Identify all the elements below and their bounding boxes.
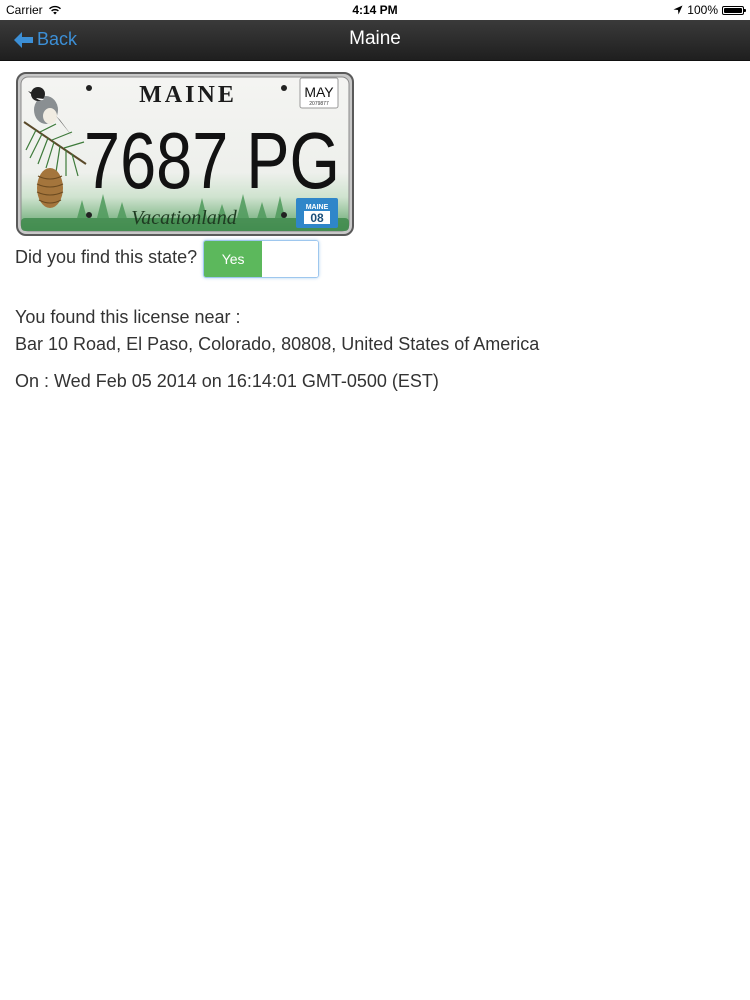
pine-cone-graphic: [36, 168, 64, 208]
year-sticker-year: 08: [310, 211, 324, 225]
status-time: 4:14 PM: [352, 3, 398, 17]
found-question-label: Did you find this state?: [15, 246, 198, 267]
page-title: Maine: [349, 28, 401, 49]
found-question-row: Did you find this state? Yes: [15, 240, 320, 278]
plate-state-name: MAINE: [139, 82, 237, 108]
plate-slogan: Vacationland: [131, 207, 238, 229]
found-near-label: You found this license near :: [15, 307, 241, 327]
month-sticker: MAY 2079877: [299, 77, 339, 109]
navigation-bar: Back Maine: [0, 20, 750, 61]
license-plate-image: MAINE MAY 2079877 7687 PG Vacationland M…: [16, 72, 354, 236]
found-date: On : Wed Feb 05 2014 on 16:14:01 GMT-050…: [15, 371, 439, 391]
month-sticker-text: MAY: [304, 84, 334, 100]
found-toggle-switch[interactable]: Yes: [203, 240, 320, 278]
year-sticker: MAINE 08: [296, 198, 338, 228]
battery-percent: 100%: [687, 3, 718, 17]
status-bar: Carrier 4:14 PM 100%: [0, 0, 750, 20]
status-right: 100%: [673, 3, 746, 17]
year-sticker-state: MAINE: [306, 204, 329, 211]
bolt-hole: [281, 85, 287, 91]
plate-number: 7687 PG: [84, 116, 340, 205]
battery-icon: [722, 5, 746, 15]
toggle-on-label: Yes: [204, 241, 263, 277]
month-sticker-serial: 2079877: [309, 101, 329, 107]
bolt-hole: [86, 212, 92, 218]
location-arrow-icon: [673, 5, 683, 15]
bolt-hole: [86, 85, 92, 91]
found-address: Bar 10 Road, El Paso, Colorado, 80808, U…: [15, 334, 540, 354]
bolt-hole: [281, 212, 287, 218]
toggle-off-area: [262, 241, 319, 277]
